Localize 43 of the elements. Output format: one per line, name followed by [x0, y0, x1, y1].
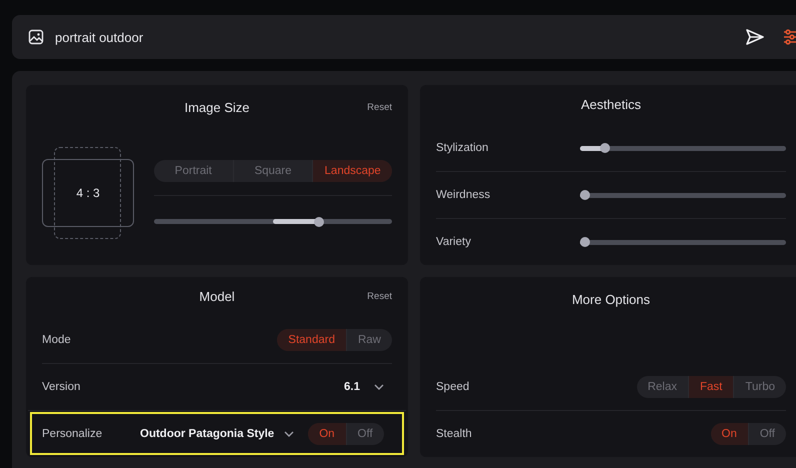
option-button[interactable]: On	[710, 423, 748, 445]
card-title: Aesthetics	[581, 97, 641, 112]
reset-link[interactable]: Reset	[367, 102, 392, 112]
option-button[interactable]: Landscape	[312, 160, 392, 182]
slider-thumb[interactable]	[580, 237, 590, 247]
ratio-label: 4 : 3	[76, 186, 100, 200]
option-button[interactable]: Fast	[688, 376, 734, 398]
option-button[interactable]: Off	[346, 423, 384, 445]
slider[interactable]	[580, 143, 786, 153]
slider[interactable]	[580, 237, 786, 247]
slider-thumb[interactable]	[580, 190, 590, 200]
sliders-icon[interactable]	[784, 28, 796, 46]
profile-value[interactable]: Outdoor Patagonia Style	[140, 428, 274, 440]
option-button[interactable]: Relax	[636, 376, 688, 398]
option-button[interactable]: Turbo	[733, 376, 786, 398]
chevron-down-icon[interactable]	[284, 431, 294, 437]
card-title: Model	[199, 289, 235, 304]
slider[interactable]	[580, 190, 786, 200]
option-button[interactable]: Raw	[346, 329, 392, 351]
row-label: Personalize	[42, 428, 104, 440]
row-label: Version	[42, 381, 82, 393]
option-button[interactable]: On	[308, 423, 346, 445]
option-button[interactable]: Off	[748, 423, 786, 445]
row-label: Speed	[436, 381, 470, 393]
prompt-field[interactable]: portrait outdoor	[12, 15, 796, 59]
slider-thumb[interactable]	[314, 216, 324, 226]
image-icon[interactable]	[28, 29, 44, 45]
prompt-input[interactable]: portrait outdoor	[55, 30, 734, 44]
row-label: Stealth	[436, 428, 473, 440]
row-label: Variety	[436, 236, 472, 248]
send-icon[interactable]	[745, 28, 765, 46]
row-label: Mode	[42, 334, 72, 346]
slider-thumb[interactable]	[600, 143, 610, 153]
chevron-down-icon[interactable]	[374, 384, 384, 390]
card-title: More Options	[572, 292, 650, 306]
row-label: Weirdness	[436, 189, 492, 201]
option-button[interactable]: Portrait	[154, 160, 233, 182]
row-label: Stylization	[436, 142, 490, 154]
slider[interactable]	[154, 216, 392, 226]
version-value[interactable]: 6.1	[344, 381, 360, 393]
option-button[interactable]: Standard	[277, 329, 346, 351]
reset-link[interactable]: Reset	[367, 291, 392, 302]
card-title: Image Size	[184, 100, 250, 114]
